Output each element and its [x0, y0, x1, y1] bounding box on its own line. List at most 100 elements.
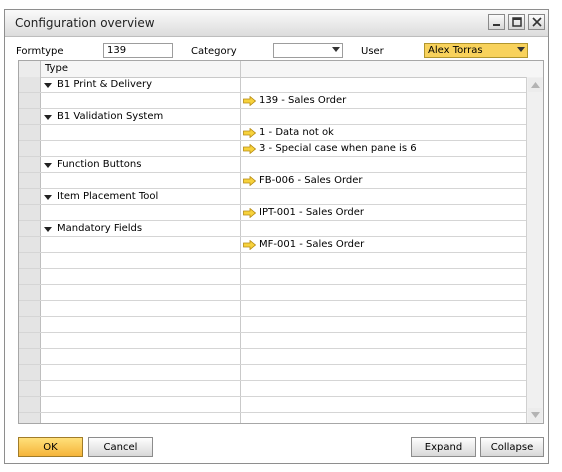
- type-cell[interactable]: Item Placement Tool: [41, 189, 241, 204]
- item-row[interactable]: 139 - Sales Order: [19, 93, 527, 109]
- item-row[interactable]: 3 - Special case when pane is 6: [19, 141, 527, 157]
- row-header-cell[interactable]: [19, 109, 41, 124]
- row-header-cell[interactable]: [19, 253, 41, 268]
- minimize-button[interactable]: [488, 14, 505, 30]
- type-cell[interactable]: [41, 349, 241, 364]
- value-cell[interactable]: IPT-001 - Sales Order: [241, 205, 527, 220]
- value-cell[interactable]: [241, 333, 527, 348]
- type-cell[interactable]: [41, 93, 241, 108]
- scroll-down-button[interactable]: [528, 408, 542, 422]
- value-cell[interactable]: [241, 301, 527, 316]
- expand-toggle-icon[interactable]: [44, 163, 52, 168]
- empty-row[interactable]: [19, 285, 527, 301]
- type-cell[interactable]: [41, 397, 241, 412]
- row-header-cell[interactable]: [19, 93, 41, 108]
- link-arrow-icon[interactable]: [243, 176, 256, 186]
- value-cell[interactable]: [241, 77, 527, 92]
- type-cell[interactable]: [41, 253, 241, 268]
- value-cell[interactable]: [241, 253, 527, 268]
- type-cell[interactable]: [41, 317, 241, 332]
- group-row[interactable]: Function Buttons: [19, 157, 527, 173]
- value-cell[interactable]: [241, 397, 527, 412]
- value-cell[interactable]: [241, 157, 527, 172]
- expand-button[interactable]: Expand: [411, 437, 476, 457]
- formtype-input[interactable]: 139: [103, 43, 173, 58]
- type-cell[interactable]: B1 Validation System: [41, 109, 241, 124]
- group-row[interactable]: Item Placement Tool: [19, 189, 527, 205]
- value-cell[interactable]: [241, 269, 527, 284]
- row-header-cell[interactable]: [19, 189, 41, 204]
- type-cell[interactable]: [41, 173, 241, 188]
- value-cell[interactable]: [241, 109, 527, 124]
- expand-toggle-icon[interactable]: [44, 195, 52, 200]
- empty-row[interactable]: [19, 269, 527, 285]
- empty-row[interactable]: [19, 413, 527, 423]
- row-header-cell[interactable]: [19, 269, 41, 284]
- row-header-cell[interactable]: [19, 205, 41, 220]
- row-header-cell[interactable]: [19, 333, 41, 348]
- row-header-cell[interactable]: [19, 301, 41, 316]
- item-row[interactable]: IPT-001 - Sales Order: [19, 205, 527, 221]
- value-cell[interactable]: [241, 189, 527, 204]
- type-cell[interactable]: [41, 381, 241, 396]
- empty-row[interactable]: [19, 349, 527, 365]
- type-cell[interactable]: [41, 365, 241, 380]
- row-header-cell[interactable]: [19, 349, 41, 364]
- ok-button[interactable]: OK: [18, 437, 83, 457]
- expand-toggle-icon[interactable]: [44, 227, 52, 232]
- cancel-button[interactable]: Cancel: [88, 437, 153, 457]
- collapse-button[interactable]: Collapse: [480, 437, 544, 457]
- value-cell[interactable]: [241, 317, 527, 332]
- link-arrow-icon[interactable]: [243, 96, 256, 106]
- value-column-header[interactable]: [241, 61, 527, 77]
- type-column-header[interactable]: Type: [41, 61, 241, 77]
- type-cell[interactable]: [41, 205, 241, 220]
- empty-row[interactable]: [19, 317, 527, 333]
- group-row[interactable]: B1 Validation System: [19, 109, 527, 125]
- group-row[interactable]: B1 Print & Delivery: [19, 77, 527, 93]
- item-row[interactable]: 1 - Data not ok: [19, 125, 527, 141]
- row-header-cell[interactable]: [19, 157, 41, 172]
- value-cell[interactable]: 139 - Sales Order: [241, 93, 527, 108]
- value-cell[interactable]: [241, 349, 527, 364]
- value-cell[interactable]: 3 - Special case when pane is 6: [241, 141, 527, 156]
- row-header-cell[interactable]: [19, 237, 41, 252]
- expand-toggle-icon[interactable]: [44, 115, 52, 120]
- row-header-cell[interactable]: [19, 365, 41, 380]
- maximize-button[interactable]: [508, 14, 525, 30]
- type-cell[interactable]: Function Buttons: [41, 157, 241, 172]
- type-cell[interactable]: Mandatory Fields: [41, 221, 241, 236]
- row-header-cell[interactable]: [19, 221, 41, 236]
- user-select[interactable]: Alex Torras: [424, 43, 528, 58]
- item-row[interactable]: FB-006 - Sales Order: [19, 173, 527, 189]
- link-arrow-icon[interactable]: [243, 240, 256, 250]
- expand-toggle-icon[interactable]: [44, 83, 52, 88]
- row-header-cell[interactable]: [19, 397, 41, 412]
- row-header-cell[interactable]: [19, 381, 41, 396]
- type-cell[interactable]: [41, 125, 241, 140]
- value-cell[interactable]: [241, 365, 527, 380]
- empty-row[interactable]: [19, 397, 527, 413]
- group-row[interactable]: Mandatory Fields: [19, 221, 527, 237]
- link-arrow-icon[interactable]: [243, 128, 256, 138]
- empty-row[interactable]: [19, 333, 527, 349]
- type-cell[interactable]: [41, 237, 241, 252]
- row-header-cell[interactable]: [19, 173, 41, 188]
- value-cell[interactable]: 1 - Data not ok: [241, 125, 527, 140]
- value-cell[interactable]: [241, 413, 527, 423]
- empty-row[interactable]: [19, 301, 527, 317]
- value-cell[interactable]: [241, 381, 527, 396]
- type-cell[interactable]: [41, 141, 241, 156]
- value-cell[interactable]: MF-001 - Sales Order: [241, 237, 527, 252]
- item-row[interactable]: MF-001 - Sales Order: [19, 237, 527, 253]
- value-cell[interactable]: [241, 285, 527, 300]
- value-cell[interactable]: FB-006 - Sales Order: [241, 173, 527, 188]
- type-cell[interactable]: [41, 301, 241, 316]
- empty-row[interactable]: [19, 381, 527, 397]
- link-arrow-icon[interactable]: [243, 208, 256, 218]
- type-cell[interactable]: [41, 333, 241, 348]
- empty-row[interactable]: [19, 253, 527, 269]
- row-header-cell[interactable]: [19, 413, 41, 423]
- close-button[interactable]: [528, 14, 545, 30]
- row-header-cell[interactable]: [19, 77, 41, 92]
